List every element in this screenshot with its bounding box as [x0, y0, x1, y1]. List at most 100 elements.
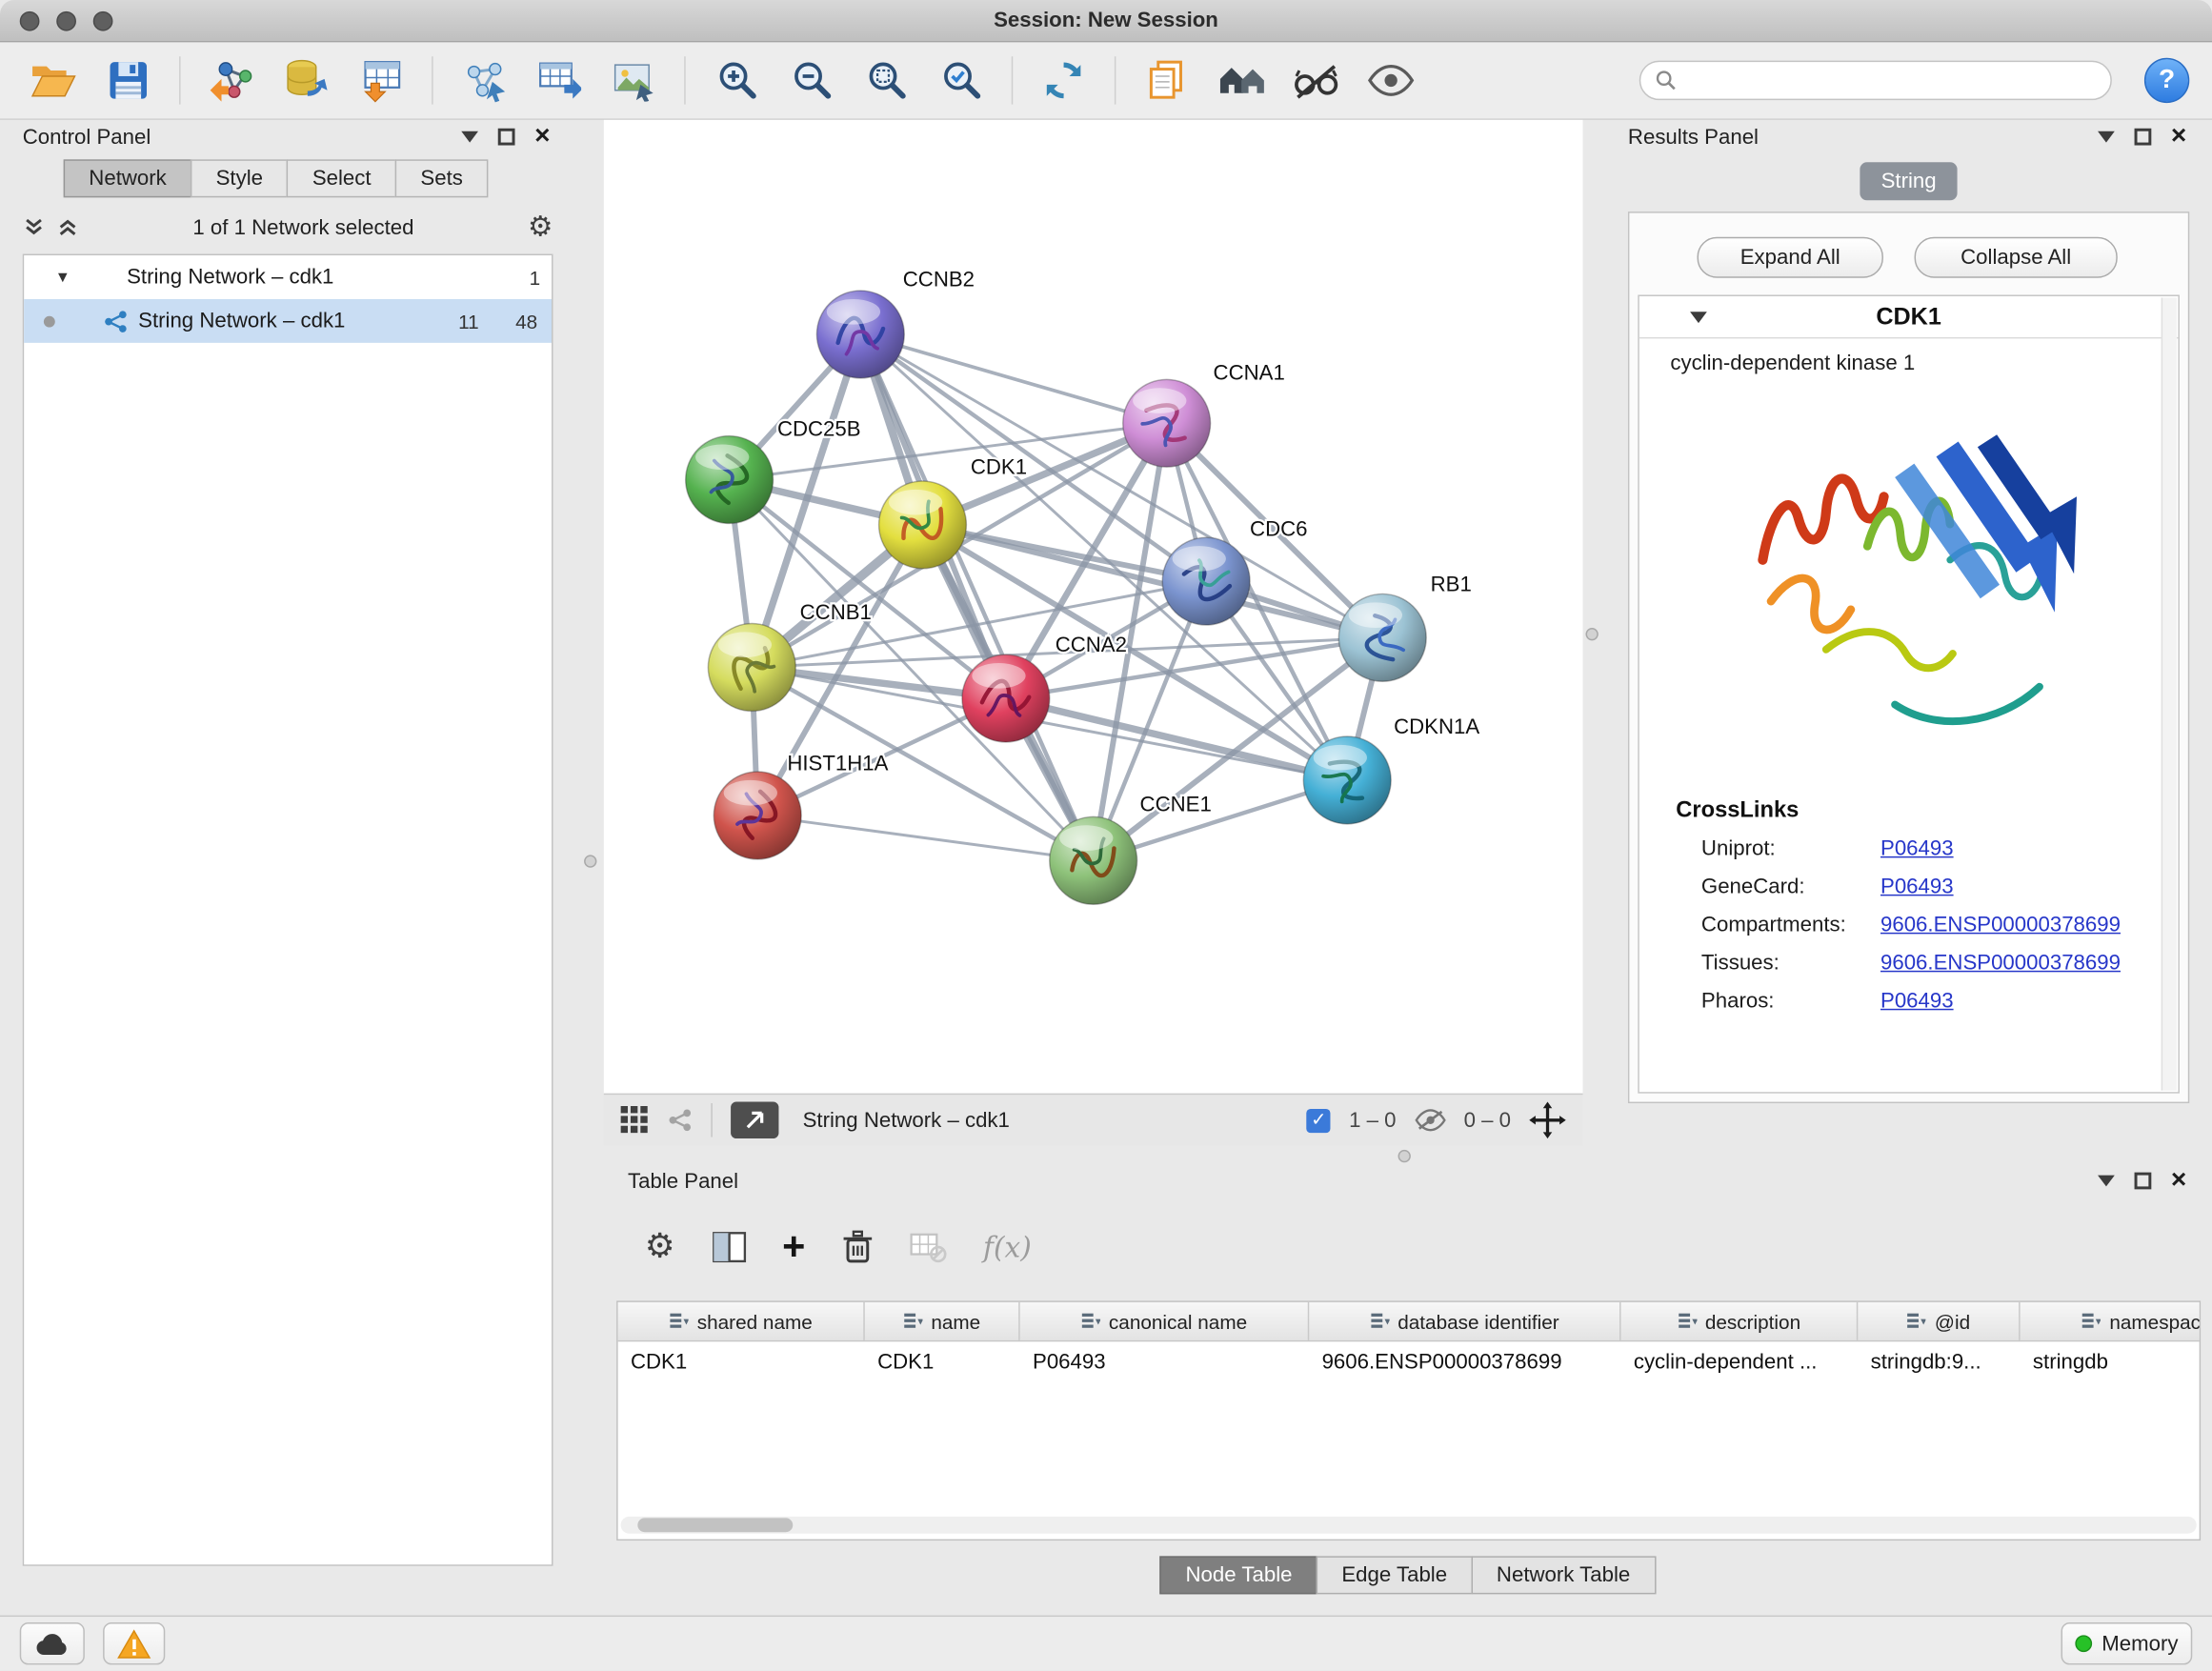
collapse-all-button[interactable]: Collapse All — [1915, 237, 2118, 278]
column-header-name[interactable]: name — [865, 1302, 1020, 1340]
apply-layout-button[interactable] — [1033, 50, 1095, 111]
birds-eye-crosshair-icon[interactable] — [1529, 1102, 1566, 1139]
column-header-database-identifier[interactable]: database identifier — [1309, 1302, 1620, 1340]
zoom-out-button[interactable] — [780, 50, 842, 111]
panel-menu-icon[interactable] — [2098, 131, 2115, 143]
tab-style[interactable]: Style — [191, 159, 289, 197]
pharos-link[interactable]: P06493 — [1880, 989, 1954, 1013]
network-edge[interactable] — [757, 815, 1093, 860]
tab-node-table[interactable]: Node Table — [1160, 1556, 1317, 1594]
results-scrollbar[interactable] — [2162, 297, 2177, 1090]
cloud-status-button[interactable] — [20, 1622, 85, 1664]
network-edge[interactable] — [860, 334, 1166, 423]
zoom-selected-button[interactable] — [930, 50, 992, 111]
save-session-button[interactable] — [97, 50, 159, 111]
open-session-button[interactable] — [23, 50, 85, 111]
hide-selected-button[interactable] — [1285, 50, 1347, 111]
column-header-description[interactable]: description — [1621, 1302, 1859, 1340]
cell-namespace[interactable]: stringdb — [2021, 1349, 2202, 1373]
network-canvas[interactable]: CCNB2CCNA1CDC25BCDK1CDC6RB1CCNB1CCNA2CDK… — [604, 120, 1583, 1094]
zoom-fit-button[interactable] — [855, 50, 916, 111]
tab-select[interactable]: Select — [287, 159, 396, 197]
cell-database-identifier[interactable]: 9606.ENSP00000378699 — [1309, 1349, 1620, 1373]
cell-id[interactable]: stringdb:9... — [1858, 1349, 2020, 1373]
import-network-file-button[interactable] — [200, 50, 262, 111]
genecard-link[interactable]: P06493 — [1880, 875, 1954, 898]
new-network-from-selection-button[interactable] — [452, 50, 514, 111]
column-header-id[interactable]: @id — [1858, 1302, 2020, 1340]
column-header-shared-name[interactable]: shared name — [618, 1302, 865, 1340]
memory-button[interactable]: Memory — [2061, 1622, 2192, 1664]
close-window-button[interactable] — [20, 11, 40, 31]
cybrowser-home-button[interactable] — [1211, 50, 1273, 111]
documents-icon — [1145, 58, 1187, 103]
help-button[interactable]: ? — [2144, 58, 2189, 103]
network-edge[interactable] — [860, 334, 1093, 860]
collection-expander-icon[interactable]: ▼ — [55, 269, 70, 286]
table-horizontal-scrollbar[interactable] — [621, 1517, 2197, 1534]
panel-menu-icon[interactable] — [2098, 1176, 2115, 1187]
cell-name[interactable]: CDK1 — [865, 1349, 1020, 1373]
network-node-cdk1[interactable]: CDK1 — [879, 455, 1027, 569]
string-results-tab[interactable]: String — [1860, 162, 1957, 200]
show-columns-icon[interactable] — [712, 1232, 746, 1263]
cell-canonical-name[interactable]: P06493 — [1020, 1349, 1310, 1373]
float-panel-icon[interactable] — [2134, 129, 2151, 146]
column-header-canonical-name[interactable]: canonical name — [1020, 1302, 1310, 1340]
column-header-namespace[interactable]: namespace — [2021, 1302, 2202, 1340]
close-panel-icon[interactable]: × — [534, 129, 550, 146]
delete-column-trash-icon[interactable] — [842, 1230, 874, 1264]
zoom-window-button[interactable] — [93, 11, 113, 31]
collapse-all-icon[interactable] — [23, 216, 46, 239]
table-row[interactable]: CDK1 CDK1 P06493 9606.ENSP00000378699 cy… — [618, 1341, 2202, 1380]
splitter-handle[interactable] — [584, 855, 596, 867]
float-panel-icon[interactable] — [2134, 1173, 2151, 1190]
uniprot-link[interactable]: P06493 — [1880, 836, 1954, 860]
zoom-in-button[interactable] — [705, 50, 767, 111]
close-panel-icon[interactable]: × — [2171, 129, 2186, 146]
network-graph[interactable]: CCNB2CCNA1CDC25BCDK1CDC6RB1CCNB1CCNA2CDK… — [604, 120, 1583, 1094]
search-box[interactable] — [1639, 61, 2112, 100]
open-recent-button[interactable] — [1136, 50, 1197, 111]
network-node-ccna1[interactable]: CCNA1 — [1123, 360, 1285, 467]
table-settings-gear-icon[interactable]: ⚙ — [645, 1233, 675, 1261]
tissues-link[interactable]: 9606.ENSP00000378699 — [1880, 951, 2121, 975]
network-node-ccne1[interactable]: CCNE1 — [1050, 793, 1212, 905]
network-options-gear-icon[interactable]: ⚙ — [528, 213, 553, 242]
expand-all-icon[interactable] — [56, 216, 79, 239]
selected-nodes-checkbox[interactable]: ✓ — [1307, 1108, 1331, 1132]
cell-shared-name[interactable]: CDK1 — [618, 1349, 865, 1373]
detach-view-button[interactable] — [731, 1102, 778, 1139]
add-column-icon[interactable]: + — [782, 1229, 805, 1266]
tab-sets[interactable]: Sets — [395, 159, 489, 197]
float-panel-icon[interactable] — [498, 129, 515, 146]
search-input[interactable] — [1686, 70, 2097, 92]
close-panel-icon[interactable]: × — [2171, 1173, 2186, 1190]
expand-all-button[interactable]: Expand All — [1697, 237, 1882, 278]
import-table-button[interactable] — [350, 50, 412, 111]
compartments-link[interactable]: 9606.ENSP00000378699 — [1880, 913, 2121, 936]
scrollbar-thumb[interactable] — [637, 1518, 793, 1532]
cell-description[interactable]: cyclin-dependent ... — [1621, 1349, 1859, 1373]
import-network-database-button[interactable] — [275, 50, 337, 111]
gene-section-header[interactable]: CDK1 — [1639, 296, 2179, 338]
splitter-handle[interactable] — [1585, 628, 1598, 640]
network-row[interactable]: String Network – cdk1 11 48 — [24, 299, 552, 343]
warnings-button[interactable] — [103, 1622, 165, 1664]
show-all-button[interactable] — [1360, 50, 1422, 111]
panel-menu-icon[interactable] — [461, 131, 478, 143]
export-image-button[interactable] — [602, 50, 664, 111]
network-collection-row[interactable]: ▼ String Network – cdk1 1 — [24, 255, 552, 299]
tab-network-table[interactable]: Network Table — [1471, 1556, 1656, 1594]
network-node-rb1[interactable]: RB1 — [1338, 572, 1471, 681]
network-node-hist1h1a[interactable]: HIST1H1A — [714, 752, 888, 859]
tab-edge-table[interactable]: Edge Table — [1317, 1556, 1473, 1594]
section-expander-icon[interactable] — [1690, 312, 1707, 323]
network-node-cdkn1a[interactable]: CDKN1A — [1303, 715, 1479, 824]
share-view-icon[interactable] — [667, 1107, 693, 1133]
minimize-window-button[interactable] — [56, 11, 76, 31]
tab-network[interactable]: Network — [64, 159, 192, 197]
splitter-handle[interactable] — [1398, 1150, 1411, 1162]
export-table-button[interactable] — [528, 50, 590, 111]
grid-view-icon[interactable] — [621, 1106, 650, 1135]
